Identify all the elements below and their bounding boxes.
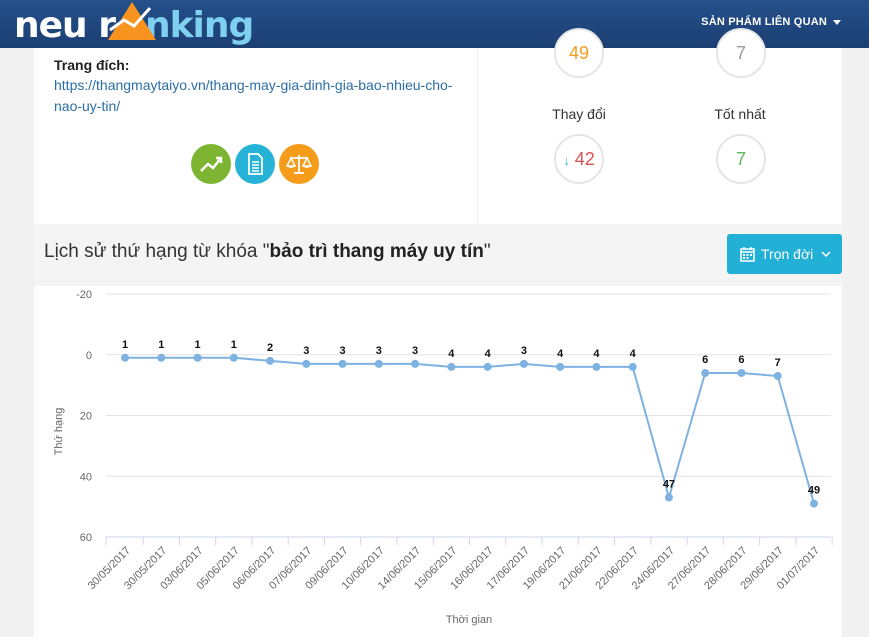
y-axis-title: Thứ hạng	[53, 408, 65, 456]
data-label: 49	[808, 485, 820, 497]
data-point	[157, 353, 166, 362]
data-label: 4	[630, 348, 637, 360]
current-rank-value: 49	[568, 43, 590, 63]
data-label: 3	[340, 345, 346, 357]
data-point	[664, 493, 673, 502]
calendar-icon	[740, 247, 755, 262]
data-label: 3	[376, 345, 382, 357]
top-rank-value: 7	[735, 43, 746, 63]
data-point	[737, 368, 746, 377]
data-point	[193, 353, 202, 362]
data-point	[810, 499, 818, 508]
history-title: Lịch sử thứ hạng từ khóa "bảo trì thang …	[44, 241, 491, 263]
y-tick-label: 20	[80, 411, 92, 423]
history-keyword: bảo trì thang máy uy tín	[269, 241, 484, 262]
top-rank-circle: 7	[716, 28, 766, 78]
data-label: 4	[593, 348, 600, 360]
data-label: 1	[122, 339, 128, 351]
logo-text-part1: neu r	[14, 5, 116, 46]
history-title-suffix: "	[483, 241, 491, 262]
compare-button[interactable]	[279, 144, 319, 184]
best-value: 7	[735, 149, 746, 169]
report-document-button[interactable]	[235, 144, 275, 184]
document-icon	[248, 153, 263, 175]
data-label: 47	[663, 479, 675, 491]
related-products-menu[interactable]: SẢN PHẨM LIÊN QUAN	[701, 16, 841, 28]
data-point	[701, 368, 710, 377]
data-point	[556, 362, 565, 371]
data-label: 3	[303, 345, 309, 357]
data-point	[447, 362, 456, 371]
data-point	[229, 353, 238, 362]
data-point	[628, 362, 637, 371]
data-label: 2	[267, 342, 273, 354]
rank-history-chart-card: -20 0 20 40 60 30/05/2017 30/05/2017 03/06/2017…	[34, 286, 842, 637]
data-point	[411, 359, 420, 368]
change-circle: ↓ 42	[554, 134, 604, 184]
data-label: 4	[448, 348, 455, 360]
history-header: Lịch sử thứ hạng từ khóa "bảo trì thang …	[34, 224, 842, 286]
data-label: 1	[158, 339, 164, 351]
arrow-down-icon: ↓	[563, 153, 570, 168]
destination-label: Trang đích:	[54, 57, 130, 73]
data-point	[302, 359, 311, 368]
data-label: 6	[702, 354, 708, 366]
data-label: 1	[231, 339, 237, 351]
logo-triangle-icon	[108, 2, 156, 40]
trend-up-icon	[200, 156, 223, 172]
destination-url-link[interactable]: https://thangmaytaiyo.vn/thang-may-gia-d…	[54, 75, 454, 117]
rank-history-chart: -20020406030/05/201730/05/201703/06/2017…	[53, 289, 833, 626]
y-tick-label: 60	[80, 532, 92, 544]
change-value: 42	[574, 149, 595, 169]
data-point	[773, 372, 782, 381]
data-point	[121, 353, 129, 362]
current-rank-circle: 49	[554, 28, 604, 78]
chevron-down-icon	[821, 251, 831, 258]
data-label: 4	[557, 348, 564, 360]
keyword-info-card: Trang đích: https://thangmaytaiyo.vn/tha…	[34, 48, 477, 224]
history-title-prefix: Lịch sử thứ hạng từ khóa "	[44, 241, 270, 262]
best-circle: 7	[716, 134, 766, 184]
data-label: 3	[412, 345, 418, 357]
data-point	[483, 362, 492, 371]
series-line	[125, 356, 815, 504]
data-point	[266, 356, 275, 365]
rank-stats-card: 49 7 Thay đổi Tốt nhất ↓ 42 7	[478, 28, 842, 224]
change-label: Thay đổi	[552, 106, 606, 122]
best-label: Tốt nhất	[714, 106, 766, 122]
related-products-label: SẢN PHẨM LIÊN QUAN	[701, 16, 827, 28]
time-range-label: Trọn đời	[761, 246, 814, 262]
data-label: 7	[775, 357, 781, 369]
data-label: 6	[738, 354, 744, 366]
balance-scale-icon	[285, 155, 313, 174]
data-label: 1	[194, 339, 200, 351]
data-point	[374, 359, 383, 368]
data-label: 4	[485, 348, 492, 360]
data-point	[519, 359, 528, 368]
trend-chart-button[interactable]	[191, 144, 231, 184]
logo-text-part2: nking	[144, 5, 254, 46]
chevron-down-icon	[833, 19, 841, 25]
x-axis-title: Thời gian	[446, 614, 492, 626]
y-tick-label: 0	[86, 350, 92, 362]
data-point	[592, 362, 601, 371]
y-tick-label: -20	[76, 289, 92, 301]
time-range-dropdown[interactable]: Trọn đời	[727, 234, 842, 274]
data-label: 3	[521, 345, 527, 357]
data-point	[338, 359, 347, 368]
y-tick-label: 40	[80, 471, 92, 483]
